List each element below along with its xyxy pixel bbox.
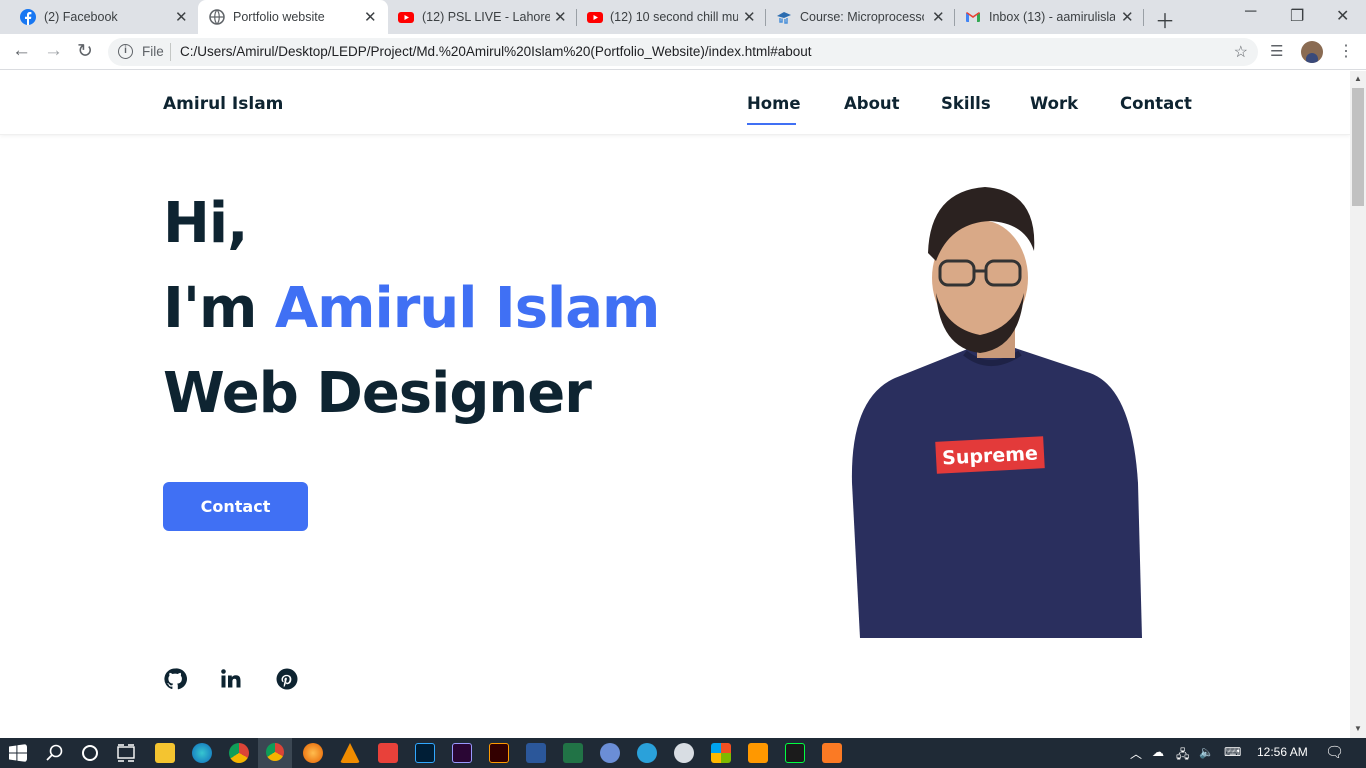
vlc-icon[interactable] <box>340 743 360 763</box>
task-view-icon[interactable] <box>116 743 136 763</box>
edge-icon[interactable] <box>192 743 212 763</box>
notifications-icon[interactable]: 🗨 <box>1325 743 1344 761</box>
linkedin-icon[interactable] <box>219 667 243 691</box>
file-explorer-icon[interactable] <box>155 743 175 763</box>
tab-portfolio[interactable]: Portfolio website ✕ <box>198 0 388 34</box>
windows-start-icon[interactable] <box>9 744 27 762</box>
scroll-up-arrow-icon[interactable]: ▲ <box>1354 74 1362 83</box>
site-logo[interactable]: Amirul Islam <box>163 94 283 114</box>
premiere-icon[interactable] <box>452 743 472 763</box>
contact-button[interactable]: Contact <box>163 482 308 531</box>
excel-icon[interactable] <box>563 743 583 763</box>
show-hidden-icons-icon[interactable]: ︿ <box>1130 745 1142 762</box>
illustrator-icon[interactable] <box>489 743 509 763</box>
sublime-text-icon[interactable] <box>748 743 768 763</box>
tab-title: (2) Facebook <box>44 10 118 24</box>
media-control-icon[interactable]: ☰ <box>1270 42 1283 60</box>
back-button[interactable]: ← <box>12 40 31 62</box>
omnibox-divider <box>170 43 171 61</box>
nav-work[interactable]: Work <box>1030 94 1078 113</box>
tab-divider <box>1143 9 1144 26</box>
close-window-button[interactable]: ✕ <box>1336 6 1349 26</box>
facebook-icon <box>20 9 36 25</box>
github-icon[interactable] <box>163 667 187 691</box>
tab-gmail-inbox[interactable]: Inbox (13) - aamirulislan ✕ <box>955 0 1143 34</box>
profile-avatar[interactable] <box>1301 41 1323 63</box>
search-icon[interactable] <box>45 743 65 763</box>
app-grid-icon[interactable] <box>711 743 731 763</box>
scroll-down-arrow-icon[interactable]: ▼ <box>1354 724 1362 733</box>
forward-button[interactable]: → <box>44 40 63 62</box>
restore-button[interactable]: ❐ <box>1290 6 1304 26</box>
page-scrollbar[interactable]: ▲ ▼ <box>1350 71 1366 738</box>
keyboard-icon[interactable]: ⌨ <box>1224 745 1241 759</box>
volume-icon[interactable]: 🔈 <box>1199 745 1214 759</box>
reload-button[interactable]: ↻ <box>77 40 93 63</box>
nav-skills[interactable]: Skills <box>941 94 991 113</box>
globe-icon <box>209 9 225 25</box>
scrollbar-thumb[interactable] <box>1352 88 1364 206</box>
moodle-icon <box>777 12 791 24</box>
screen-recorder-icon[interactable] <box>378 743 398 763</box>
site-header: Amirul Islam Home About Skills Work Cont… <box>0 71 1350 135</box>
hero-name: Amirul Islam <box>274 276 661 341</box>
windows-taskbar: ︿ ☁ 🖧 🔈 ⌨ 12:56 AM 🗨 <box>0 738 1366 768</box>
page-viewport: Amirul Islam Home About Skills Work Cont… <box>0 71 1350 738</box>
chrome-icon[interactable] <box>229 743 249 763</box>
tab-psl-live[interactable]: (12) PSL LIVE - Lahore Q ✕ <box>388 0 576 34</box>
browser-toolbar: ← → ↻ i File C:/Users/Amirul/Desktop/LED… <box>0 34 1366 70</box>
qbittorrent-icon[interactable] <box>600 743 620 763</box>
address-bar[interactable]: i File C:/Users/Amirul/Desktop/LEDP/Proj… <box>108 38 1258 66</box>
active-nav-underline <box>747 123 796 125</box>
bookmark-star-icon[interactable]: ☆ <box>1234 42 1248 62</box>
info-icon[interactable]: i <box>118 44 133 59</box>
minimize-button[interactable]: ─ <box>1245 3 1256 21</box>
youtube-icon <box>398 12 414 23</box>
tab-title: (12) PSL LIVE - Lahore Q <box>422 10 550 24</box>
tab-title: Course: Microprocessor <box>800 10 924 24</box>
word-icon[interactable] <box>526 743 546 763</box>
onedrive-icon[interactable]: ☁ <box>1152 745 1164 759</box>
cortana-icon[interactable] <box>80 743 100 763</box>
close-tab-icon[interactable]: ✕ <box>554 8 567 26</box>
close-tab-icon[interactable]: ✕ <box>1121 8 1134 26</box>
tab-strip: (2) Facebook ✕ Portfolio website ✕ (12) … <box>0 0 1366 34</box>
hero-greeting: Hi, <box>163 191 248 256</box>
tab-chill-music[interactable]: (12) 10 second chill mu ✕ <box>577 0 765 34</box>
pinterest-icon[interactable] <box>275 667 299 691</box>
new-tab-button[interactable]: ＋ <box>1155 5 1175 34</box>
hero-name-line: I'm Amirul Islam <box>163 276 661 341</box>
clock[interactable]: 12:56 AM <box>1257 745 1308 759</box>
portrait-photo: Supreme <box>851 187 1142 638</box>
close-tab-icon[interactable]: ✕ <box>932 8 945 26</box>
terminal-icon[interactable] <box>785 743 805 763</box>
youtube-icon <box>587 12 603 23</box>
tab-title: Portfolio website <box>233 10 325 24</box>
tab-facebook[interactable]: (2) Facebook ✕ <box>0 0 198 34</box>
snipping-tool-icon[interactable] <box>674 743 694 763</box>
photoshop-icon[interactable] <box>415 743 435 763</box>
chrome-active-icon[interactable] <box>258 738 292 768</box>
tab-title: (12) 10 second chill mu <box>610 10 738 24</box>
tab-microprocessor-course[interactable]: Course: Microprocessor ✕ <box>766 0 954 34</box>
gmail-icon <box>966 12 980 22</box>
menu-kebab-icon[interactable]: ⋮ <box>1338 41 1354 61</box>
close-tab-icon[interactable]: ✕ <box>743 8 756 26</box>
network-icon[interactable]: 🖧 <box>1176 745 1189 766</box>
nav-about[interactable]: About <box>844 94 900 113</box>
hero-role: Web Designer <box>163 361 592 426</box>
nav-contact[interactable]: Contact <box>1120 94 1192 113</box>
firefox-icon[interactable] <box>303 743 323 763</box>
url-text[interactable]: C:/Users/Amirul/Desktop/LEDP/Project/Md.… <box>180 44 812 59</box>
nav-home[interactable]: Home <box>747 94 801 113</box>
scheme-label: File <box>142 44 164 59</box>
telegram-icon[interactable] <box>637 743 657 763</box>
close-tab-icon[interactable]: ✕ <box>175 8 188 26</box>
close-tab-icon[interactable]: ✕ <box>364 8 377 26</box>
tab-title: Inbox (13) - aamirulislan <box>989 10 1115 24</box>
hero-name-prefix: I'm <box>163 276 275 341</box>
xampp-icon[interactable] <box>822 743 842 763</box>
